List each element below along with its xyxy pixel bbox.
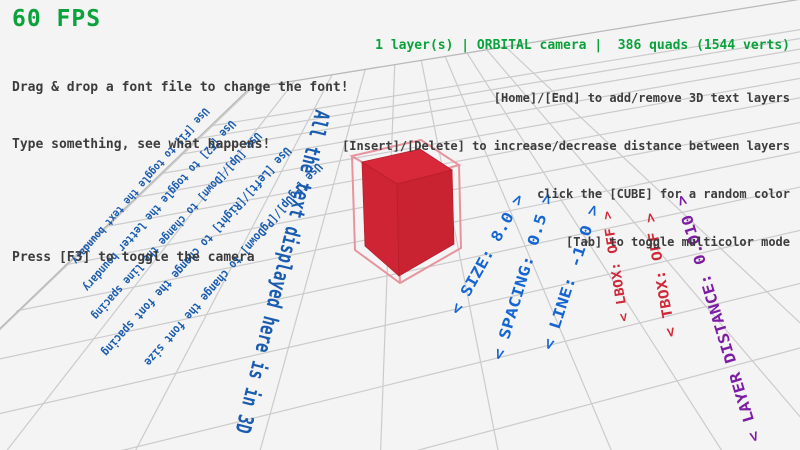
status-bar: 1 layer(s) | ORBITAL camera | 386 quads … [342,38,790,54]
spacer [12,192,349,210]
hint-cube-random-color: click the [CUBE] for a random color [342,186,790,202]
app-window: All the text displayed here is in 3D Use… [0,0,800,450]
hint-toggle-camera: Press [F3] to toggle the camera [12,248,349,267]
hint-add-remove-layers: [Home]/[End] to add/remove 3D text layer… [342,90,790,106]
fps-counter: 60 FPS [12,6,101,32]
hint-drop-font: Drag & drop a font file to change the fo… [12,78,349,97]
hud-left-hints: Drag & drop a font file to change the fo… [12,40,349,305]
hint-layer-distance: [Insert]/[Delete] to increase/decrease d… [342,138,790,154]
hud-right-panel: 1 layer(s) | ORBITAL camera | 386 quads … [342,6,790,282]
hint-multicolor-mode: [Tab] to toggle multicolor mode [342,234,790,250]
hint-type-something: Type something, see what happens! [12,135,349,154]
